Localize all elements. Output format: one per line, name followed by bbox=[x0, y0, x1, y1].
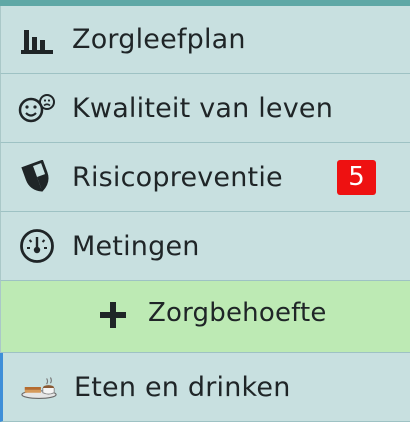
gauge-icon bbox=[18, 227, 56, 265]
add-zorgbehoefte-button[interactable]: Zorgbehoefte bbox=[0, 281, 410, 353]
food-tray-icon bbox=[20, 368, 58, 406]
faces-icon bbox=[18, 89, 56, 127]
menu-item-label: Risicopreventie bbox=[72, 161, 283, 193]
menu-item-label: Kwaliteit van leven bbox=[72, 92, 334, 124]
menu-item-label: Eten en drinken bbox=[74, 371, 291, 403]
menu-item-label: Metingen bbox=[72, 230, 200, 262]
plus-icon bbox=[97, 299, 129, 331]
menu-item-eten-en-drinken[interactable]: Eten en drinken bbox=[0, 353, 410, 422]
menu-item-risicopreventie[interactable]: Risicopreventie 5 bbox=[0, 143, 410, 212]
bar-chart-icon bbox=[18, 21, 56, 59]
shield-icon bbox=[18, 158, 56, 196]
menu-item-label: Zorgleefplan bbox=[72, 24, 246, 55]
menu-item-metingen[interactable]: Metingen bbox=[0, 212, 410, 281]
risk-count-badge: 5 bbox=[337, 159, 376, 195]
add-zorgbehoefte-label: Zorgbehoefte bbox=[148, 298, 327, 328]
menu-item-zorgleefplan[interactable]: Zorgleefplan bbox=[0, 6, 410, 74]
menu-item-kwaliteit-van-leven[interactable]: Kwaliteit van leven bbox=[0, 74, 410, 143]
care-menu: Zorgleefplan Kwaliteit van leven Risicop… bbox=[0, 6, 410, 422]
